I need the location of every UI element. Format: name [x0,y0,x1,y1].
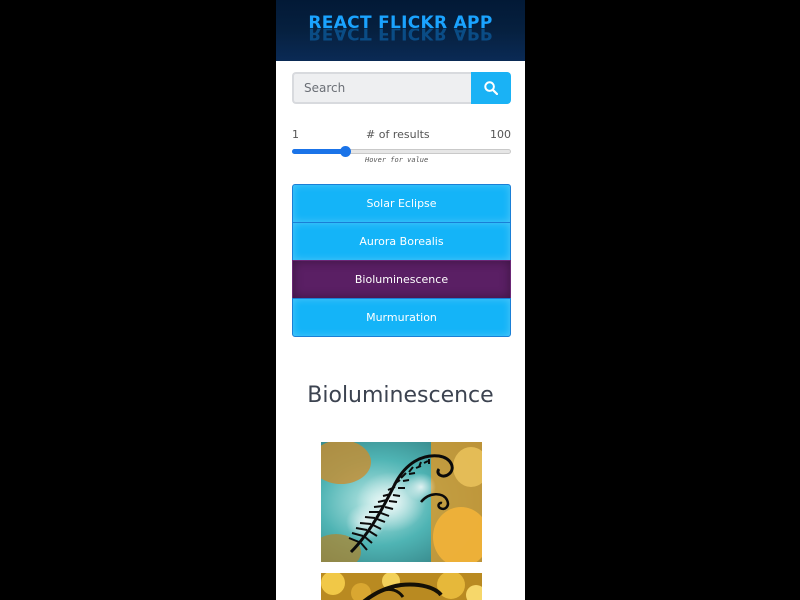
topic-button[interactable]: Solar Eclipse [292,184,511,223]
results-heading: Bioluminescence [307,383,494,408]
slider-title: # of results [366,128,430,141]
fern-silhouette-photo [321,442,482,562]
topic-button[interactable]: Murmuration [292,298,511,337]
topic-nav: Solar Eclipse Aurora Borealis Bioluminesce… [292,184,511,337]
slider-hint: Hover for value [365,156,429,164]
results-slider-fill [292,149,345,154]
slider-min-label: 1 [292,128,299,141]
search-button[interactable] [471,72,511,104]
app-viewport: REACT FLICKR APP REACT FLICKR APP 1 # of… [276,0,525,600]
fern-silhouette-bokeh-photo [321,573,482,600]
search-form [292,72,511,104]
result-photo[interactable] [321,442,482,562]
topic-button[interactable]: Bioluminescence [292,260,511,299]
topic-button[interactable]: Aurora Borealis [292,222,511,261]
app-header: REACT FLICKR APP REACT FLICKR APP [276,0,525,61]
result-photo[interactable] [321,573,482,600]
results-slider-thumb[interactable] [340,146,351,157]
search-input[interactable] [292,72,471,104]
search-icon [484,81,498,95]
slider-max-label: 100 [490,128,511,141]
results-slider-labels: 1 # of results 100 [292,128,511,144]
